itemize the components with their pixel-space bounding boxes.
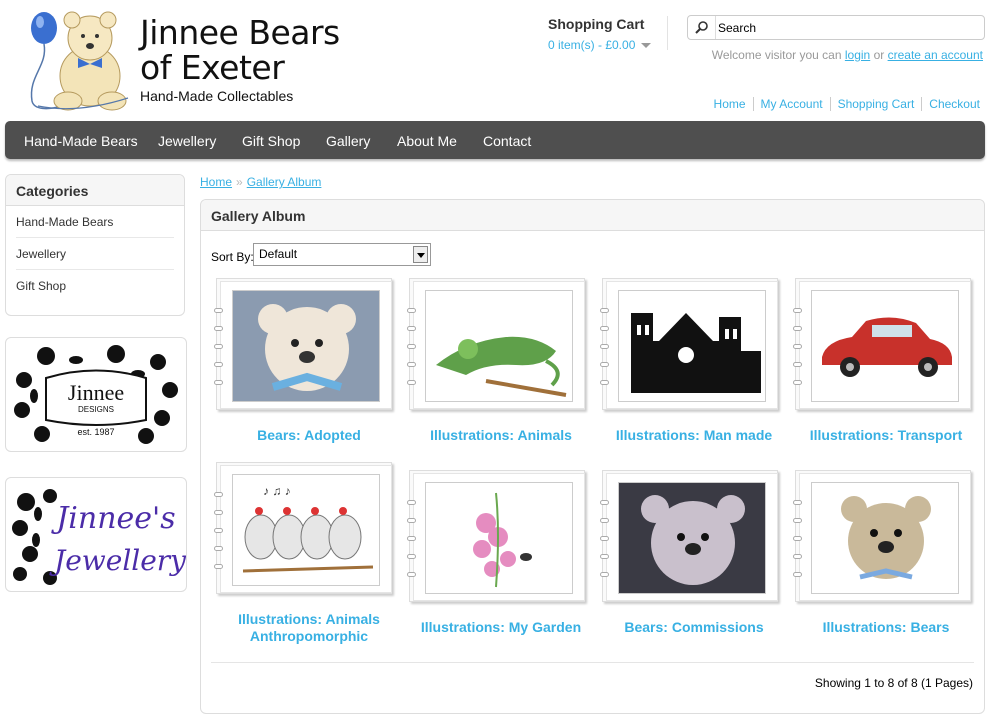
album-title-illustrations-animals-anthropomorphic[interactable]: Illustrations: Animals Anthropomorphic	[214, 611, 404, 645]
nav-item-gift-shop[interactable]: Gift Shop	[242, 133, 300, 149]
category-jewellery[interactable]: Jewellery	[16, 238, 174, 270]
album-title-illustrations-animals[interactable]: Illustrations: Animals	[406, 427, 596, 443]
designs-logo-est: est. 1987	[77, 427, 114, 437]
toplink-home[interactable]: Home	[707, 97, 753, 111]
category-gift-shop[interactable]: Gift Shop	[16, 270, 174, 302]
album-illustrations-animals[interactable]	[407, 278, 587, 412]
album-title-bears-commissions[interactable]: Bears: Commissions	[599, 619, 789, 635]
album-illustrations-bears[interactable]	[793, 470, 973, 604]
cart-items-text: 0 item(s) - £0.00	[548, 38, 636, 52]
album-title-bears-adopted[interactable]: Bears: Adopted	[214, 427, 404, 443]
album-title-illustrations-bears[interactable]: Illustrations: Bears	[791, 619, 981, 635]
category-hand-made-bears[interactable]: Hand-Made Bears	[16, 206, 174, 238]
search-input[interactable]	[718, 18, 978, 37]
jinnees-jewellery-banner[interactable]: Jinnee's Jewellery	[5, 477, 187, 592]
gallery-panel: Gallery Album Sort By: Default Bears: Ad…	[200, 199, 985, 714]
designs-logo-sub: DESIGNS	[78, 405, 114, 414]
album-thumbnail[interactable]: ♪ ♫ ♪	[232, 474, 380, 586]
breadcrumb-gallery-album[interactable]: Gallery Album	[247, 175, 322, 189]
chevron-down-icon	[641, 43, 652, 49]
album-title-illustrations-man-made[interactable]: Illustrations: Man made	[599, 427, 789, 443]
logo-tagline: Hand-Made Collectables	[140, 88, 294, 104]
nav-item-about-me[interactable]: About Me	[397, 133, 457, 149]
sort-select-value: Default	[259, 247, 298, 261]
jewellery-logo-line2: Jewellery	[49, 544, 186, 577]
divider	[211, 662, 974, 663]
album-illustrations-animals-anthropomorphic[interactable]: ♪ ♫ ♪	[214, 462, 394, 596]
nav-item-jewellery[interactable]: Jewellery	[158, 133, 216, 149]
album-bears-commissions[interactable]	[600, 470, 780, 604]
album-thumbnail[interactable]	[811, 290, 959, 402]
nav-item-hand-made-bears[interactable]: Hand-Made Bears	[24, 133, 138, 149]
designs-logo-name: Jinnee	[68, 380, 124, 405]
header-divider	[667, 16, 668, 50]
welcome-or: or	[873, 48, 885, 62]
create-account-link[interactable]: create an account	[888, 48, 983, 62]
album-thumbnail[interactable]	[618, 482, 766, 594]
main-nav: Hand-Made Bears Jewellery Gift Shop Gall…	[5, 121, 985, 159]
categories-box: Categories Hand-Made Bears Jewellery Gif…	[5, 174, 185, 316]
album-thumbnail[interactable]	[618, 290, 766, 402]
jinnee-designs-banner[interactable]: Jinnee DESIGNS est. 1987	[5, 337, 187, 452]
breadcrumb: Home » Gallery Album	[200, 175, 321, 189]
album-thumbnail[interactable]	[425, 290, 573, 402]
album-thumbnail[interactable]	[425, 482, 573, 594]
bear-balloon-logo-icon	[30, 11, 129, 111]
svg-text:♪ ♫ ♪: ♪ ♫ ♪	[263, 484, 291, 498]
shopping-cart[interactable]: Shopping Cart 0 item(s) - £0.00	[548, 16, 660, 52]
logo-title-line1: Jinnee Bears	[140, 13, 340, 52]
toplink-my-account[interactable]: My Account	[752, 97, 830, 111]
jewellery-logo-line1: Jinnee's	[50, 501, 175, 536]
top-links: Home My Account Shopping Cart Checkout	[707, 97, 980, 111]
album-illustrations-transport[interactable]	[793, 278, 973, 412]
welcome-text: Welcome visitor you can	[711, 48, 842, 62]
jinnees-jewellery-logo-icon: Jinnee's Jewellery	[12, 489, 187, 585]
album-illustrations-man-made[interactable]	[600, 278, 780, 412]
nav-item-contact[interactable]: Contact	[483, 133, 531, 149]
jinnee-designs-logo-icon: Jinnee DESIGNS est. 1987	[14, 345, 178, 444]
album-title-illustrations-transport[interactable]: Illustrations: Transport	[791, 427, 981, 443]
cart-items-dropdown[interactable]: 0 item(s) - £0.00	[548, 38, 660, 52]
sort-label: Sort By:	[211, 250, 254, 264]
logo-title-line2: of Exeter	[140, 48, 285, 87]
album-title-illustrations-my-garden[interactable]: Illustrations: My Garden	[406, 619, 596, 635]
album-thumbnail[interactable]	[811, 482, 959, 594]
page-title: Gallery Album	[201, 200, 984, 231]
album-illustrations-my-garden[interactable]	[407, 470, 587, 604]
nav-item-gallery[interactable]: Gallery	[326, 133, 370, 149]
toplink-shopping-cart[interactable]: Shopping Cart	[829, 97, 922, 111]
categories-title: Categories	[6, 175, 184, 206]
chevron-down-icon[interactable]	[413, 246, 428, 263]
album-bears-adopted[interactable]	[214, 278, 394, 412]
cart-title: Shopping Cart	[548, 16, 645, 32]
album-thumbnail[interactable]	[232, 290, 380, 402]
search-icon[interactable]	[688, 16, 716, 39]
site-logo[interactable]: Jinnee Bears of Exeter Hand-Made Collect…	[18, 6, 348, 116]
pagination-results: Showing 1 to 8 of 8 (1 Pages)	[814, 676, 973, 690]
breadcrumb-home[interactable]: Home	[200, 175, 232, 189]
sort-select[interactable]: Default	[253, 243, 431, 266]
breadcrumb-separator: »	[236, 175, 243, 189]
welcome-message: Welcome visitor you can login or create …	[712, 48, 983, 62]
login-link[interactable]: login	[845, 48, 870, 62]
search-box[interactable]	[687, 15, 985, 40]
toplink-checkout[interactable]: Checkout	[921, 97, 980, 111]
